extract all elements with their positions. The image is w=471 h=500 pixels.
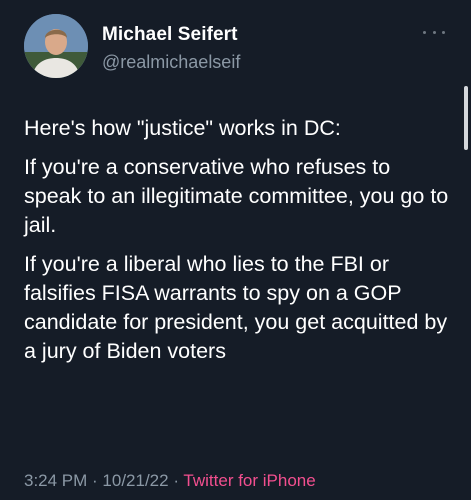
tweet-time[interactable]: 3:24 PM <box>24 471 87 490</box>
meta-separator: · <box>168 471 184 490</box>
avatar[interactable] <box>24 14 88 78</box>
scrollbar[interactable] <box>464 86 468 150</box>
tweet-paragraph: If you're a liberal who lies to the FBI … <box>24 252 448 363</box>
meta-separator: · <box>87 471 103 490</box>
tweet-text: Here's how "justice" works in DC: If you… <box>24 114 449 376</box>
author-handle[interactable]: @realmichaelseif <box>102 52 240 73</box>
tweet-paragraph: If you're a conservative who refuses to … <box>24 155 449 237</box>
dot <box>432 30 436 34</box>
dot <box>442 30 445 34</box>
dot <box>423 30 426 34</box>
author-name[interactable]: Michael Seifert <box>102 24 238 46</box>
tweet-paragraph: Here's how "justice" works in DC: <box>24 116 341 140</box>
tweet-meta: 3:24 PM · 10/21/22 · Twitter for iPhone <box>24 471 316 491</box>
tweet-card: Michael Seifert @realmichaelseif Here's … <box>0 0 471 500</box>
tweet-date[interactable]: 10/21/22 <box>102 471 168 490</box>
profile-photo-icon <box>24 14 88 78</box>
tweet-source-link[interactable]: Twitter for iPhone <box>183 471 315 490</box>
more-options-icon[interactable] <box>423 26 445 38</box>
